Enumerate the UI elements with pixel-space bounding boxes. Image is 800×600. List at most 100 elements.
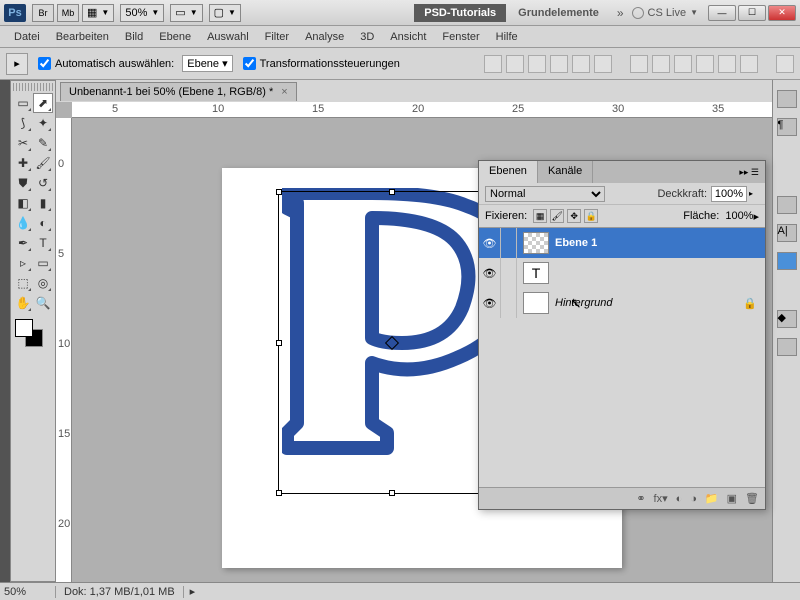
fill-slider-icon[interactable]: ▸	[753, 210, 759, 223]
eraser-tool[interactable]: ◧	[13, 193, 33, 213]
group-icon[interactable]: 📁	[705, 492, 719, 505]
zoom-tool[interactable]: 🔍	[33, 293, 53, 313]
maximize-button[interactable]: ☐	[738, 5, 766, 21]
3d-cam-tool[interactable]: ◎	[33, 273, 53, 293]
handle-top-mid[interactable]	[389, 189, 395, 195]
menu-datei[interactable]: Datei	[6, 28, 48, 46]
auto-select-dropdown[interactable]: Ebene ▾	[182, 55, 232, 72]
history-brush-tool[interactable]: ↺	[33, 173, 53, 193]
menu-filter[interactable]: Filter	[257, 28, 297, 46]
align-icon-2[interactable]	[506, 55, 524, 73]
distribute-icon-6[interactable]	[740, 55, 758, 73]
align-icon-4[interactable]	[550, 55, 568, 73]
type-tool[interactable]: T	[33, 233, 53, 253]
stamp-tool[interactable]: ⛊	[13, 173, 33, 193]
lasso-tool[interactable]: ⟆	[13, 113, 33, 133]
current-tool-icon[interactable]: ▸	[6, 53, 28, 75]
handle-bot-mid[interactable]	[389, 490, 395, 496]
minimize-button[interactable]: —	[708, 5, 736, 21]
dock-icon-character[interactable]: A|	[777, 224, 797, 242]
handle-top-left[interactable]	[276, 189, 282, 195]
adjustment-icon[interactable]: ◑	[690, 493, 697, 505]
dock-icon-layers[interactable]: ◆	[777, 310, 797, 328]
move-tool[interactable]: ⬈	[33, 93, 53, 113]
mask-icon[interactable]: ◐	[676, 493, 683, 505]
lock-position-icon[interactable]: ✥	[567, 209, 581, 223]
layer-thumbnail[interactable]	[523, 232, 549, 254]
close-button[interactable]: ✕	[768, 5, 796, 21]
new-layer-icon[interactable]: ▣	[727, 492, 737, 505]
status-doc-size[interactable]: Dok: 1,37 MB/1,01 MB	[56, 586, 184, 598]
opacity-value[interactable]: 100%	[711, 186, 747, 202]
workspace-more-icon[interactable]: »	[617, 6, 624, 20]
status-dropdown-icon[interactable]: ▸	[184, 585, 202, 598]
blur-tool[interactable]: 💧	[13, 213, 33, 233]
menu-ansicht[interactable]: Ansicht	[382, 28, 434, 46]
menu-analyse[interactable]: Analyse	[297, 28, 352, 46]
status-zoom[interactable]: 50%	[0, 586, 56, 598]
auto-align-icon[interactable]	[776, 55, 794, 73]
ruler-vertical[interactable]: 05101520	[56, 118, 72, 582]
visibility-icon[interactable]: 👁	[479, 258, 501, 288]
distribute-icon-3[interactable]	[674, 55, 692, 73]
transform-center[interactable]	[385, 335, 399, 349]
close-tab-icon[interactable]: ×	[281, 86, 287, 98]
menu-bearbeiten[interactable]: Bearbeiten	[48, 28, 117, 46]
menu-hilfe[interactable]: Hilfe	[488, 28, 526, 46]
layer-thumbnail[interactable]	[523, 292, 549, 314]
screenmode-dropdown[interactable]: ▢▼	[209, 4, 241, 22]
cs-live-button[interactable]: CS Live▼	[632, 7, 698, 19]
menu-ebene[interactable]: Ebene	[151, 28, 199, 46]
zoom-dropdown[interactable]: 50%▼	[120, 4, 164, 22]
link-layers-icon[interactable]: ⚭	[636, 492, 645, 505]
wand-tool[interactable]: ✦	[33, 113, 53, 133]
visibility-icon[interactable]: 👁	[479, 288, 501, 318]
transform-controls-checkbox[interactable]: Transformationssteuerungen	[243, 57, 400, 70]
dock-icon-1[interactable]	[777, 90, 797, 108]
foreground-color[interactable]	[15, 319, 33, 337]
marquee-tool[interactable]: ▭	[13, 93, 33, 113]
arrange-dropdown[interactable]: ▭▼	[170, 4, 202, 22]
handle-mid-left[interactable]	[276, 340, 282, 346]
layer-name[interactable]: Hintergrund	[555, 297, 743, 309]
dock-icon-adjustments[interactable]	[777, 338, 797, 356]
panel-tab-kanale[interactable]: Kanäle	[538, 161, 593, 183]
panel-menu-icon[interactable]: ▸▸ ☰	[733, 161, 765, 183]
layer-ebene1[interactable]: 👁 Ebene 1	[479, 228, 765, 258]
handle-bot-left[interactable]	[276, 490, 282, 496]
align-icon-1[interactable]	[484, 55, 502, 73]
eyedropper-tool[interactable]: ✎	[33, 133, 53, 153]
visibility-icon[interactable]: 👁	[479, 228, 501, 258]
3d-tool[interactable]: ⬚	[13, 273, 33, 293]
lock-transparency-icon[interactable]: ▦	[533, 209, 547, 223]
distribute-icon-1[interactable]	[630, 55, 648, 73]
brush-tool[interactable]: 🖌	[33, 153, 53, 173]
color-swatches[interactable]	[13, 317, 53, 345]
opacity-slider-icon[interactable]: ▸	[749, 189, 759, 198]
left-collapse-strip[interactable]	[0, 80, 10, 582]
path-select-tool[interactable]: ▹	[13, 253, 33, 273]
shape-tool[interactable]: ▭	[33, 253, 53, 273]
dock-icon-paragraph[interactable]: ¶	[777, 118, 797, 136]
fill-value[interactable]: 100%	[725, 210, 753, 222]
document-tab[interactable]: Unbenannt-1 bei 50% (Ebene 1, RGB/8) *×	[60, 82, 297, 101]
crop-tool[interactable]: ✂	[13, 133, 33, 153]
panel-tab-ebenen[interactable]: Ebenen	[479, 161, 538, 183]
view-dropdown[interactable]: ▦▼	[82, 4, 114, 22]
workspace-tab-grund[interactable]: Grundelemente	[508, 4, 609, 22]
fx-icon[interactable]: fx▾	[654, 492, 668, 505]
layer-name[interactable]: Ebene 1	[555, 237, 765, 249]
layer-hintergrund[interactable]: 👁 Hintergrund 🔒	[479, 288, 765, 318]
hand-tool[interactable]: ✋	[13, 293, 33, 313]
menu-3d[interactable]: 3D	[352, 28, 382, 46]
bridge-button[interactable]: Br	[32, 4, 54, 22]
workspace-tab-psd[interactable]: PSD-Tutorials	[414, 4, 506, 22]
dock-icon-swatches[interactable]	[777, 196, 797, 214]
gradient-tool[interactable]: ▮	[33, 193, 53, 213]
menu-fenster[interactable]: Fenster	[434, 28, 487, 46]
toolbox-grip[interactable]	[13, 83, 53, 91]
align-icon-5[interactable]	[572, 55, 590, 73]
minibridge-button[interactable]: Mb	[57, 4, 79, 22]
distribute-icon-2[interactable]	[652, 55, 670, 73]
menu-bild[interactable]: Bild	[117, 28, 151, 46]
